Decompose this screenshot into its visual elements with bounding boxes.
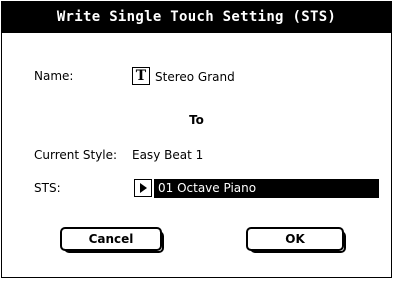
ok-button[interactable]: OK bbox=[246, 227, 346, 253]
sts-popup-arrow-icon[interactable] bbox=[134, 179, 152, 197]
name-label: Name: bbox=[34, 69, 74, 83]
current-style-value: Easy Beat 1 bbox=[132, 148, 204, 162]
dialog-title: Write Single Touch Setting (STS) bbox=[2, 2, 391, 33]
to-label: To bbox=[189, 113, 204, 127]
current-style-label: Current Style: bbox=[34, 148, 118, 162]
cancel-button[interactable]: Cancel bbox=[60, 227, 164, 253]
sts-select-field[interactable]: 01 Octave Piano bbox=[154, 179, 379, 198]
name-value: Stereo Grand bbox=[155, 70, 235, 84]
write-sts-dialog: Write Single Touch Setting (STS) Name: T… bbox=[1, 1, 392, 278]
text-edit-icon[interactable]: T bbox=[132, 67, 150, 85]
sts-label: STS: bbox=[34, 181, 61, 195]
